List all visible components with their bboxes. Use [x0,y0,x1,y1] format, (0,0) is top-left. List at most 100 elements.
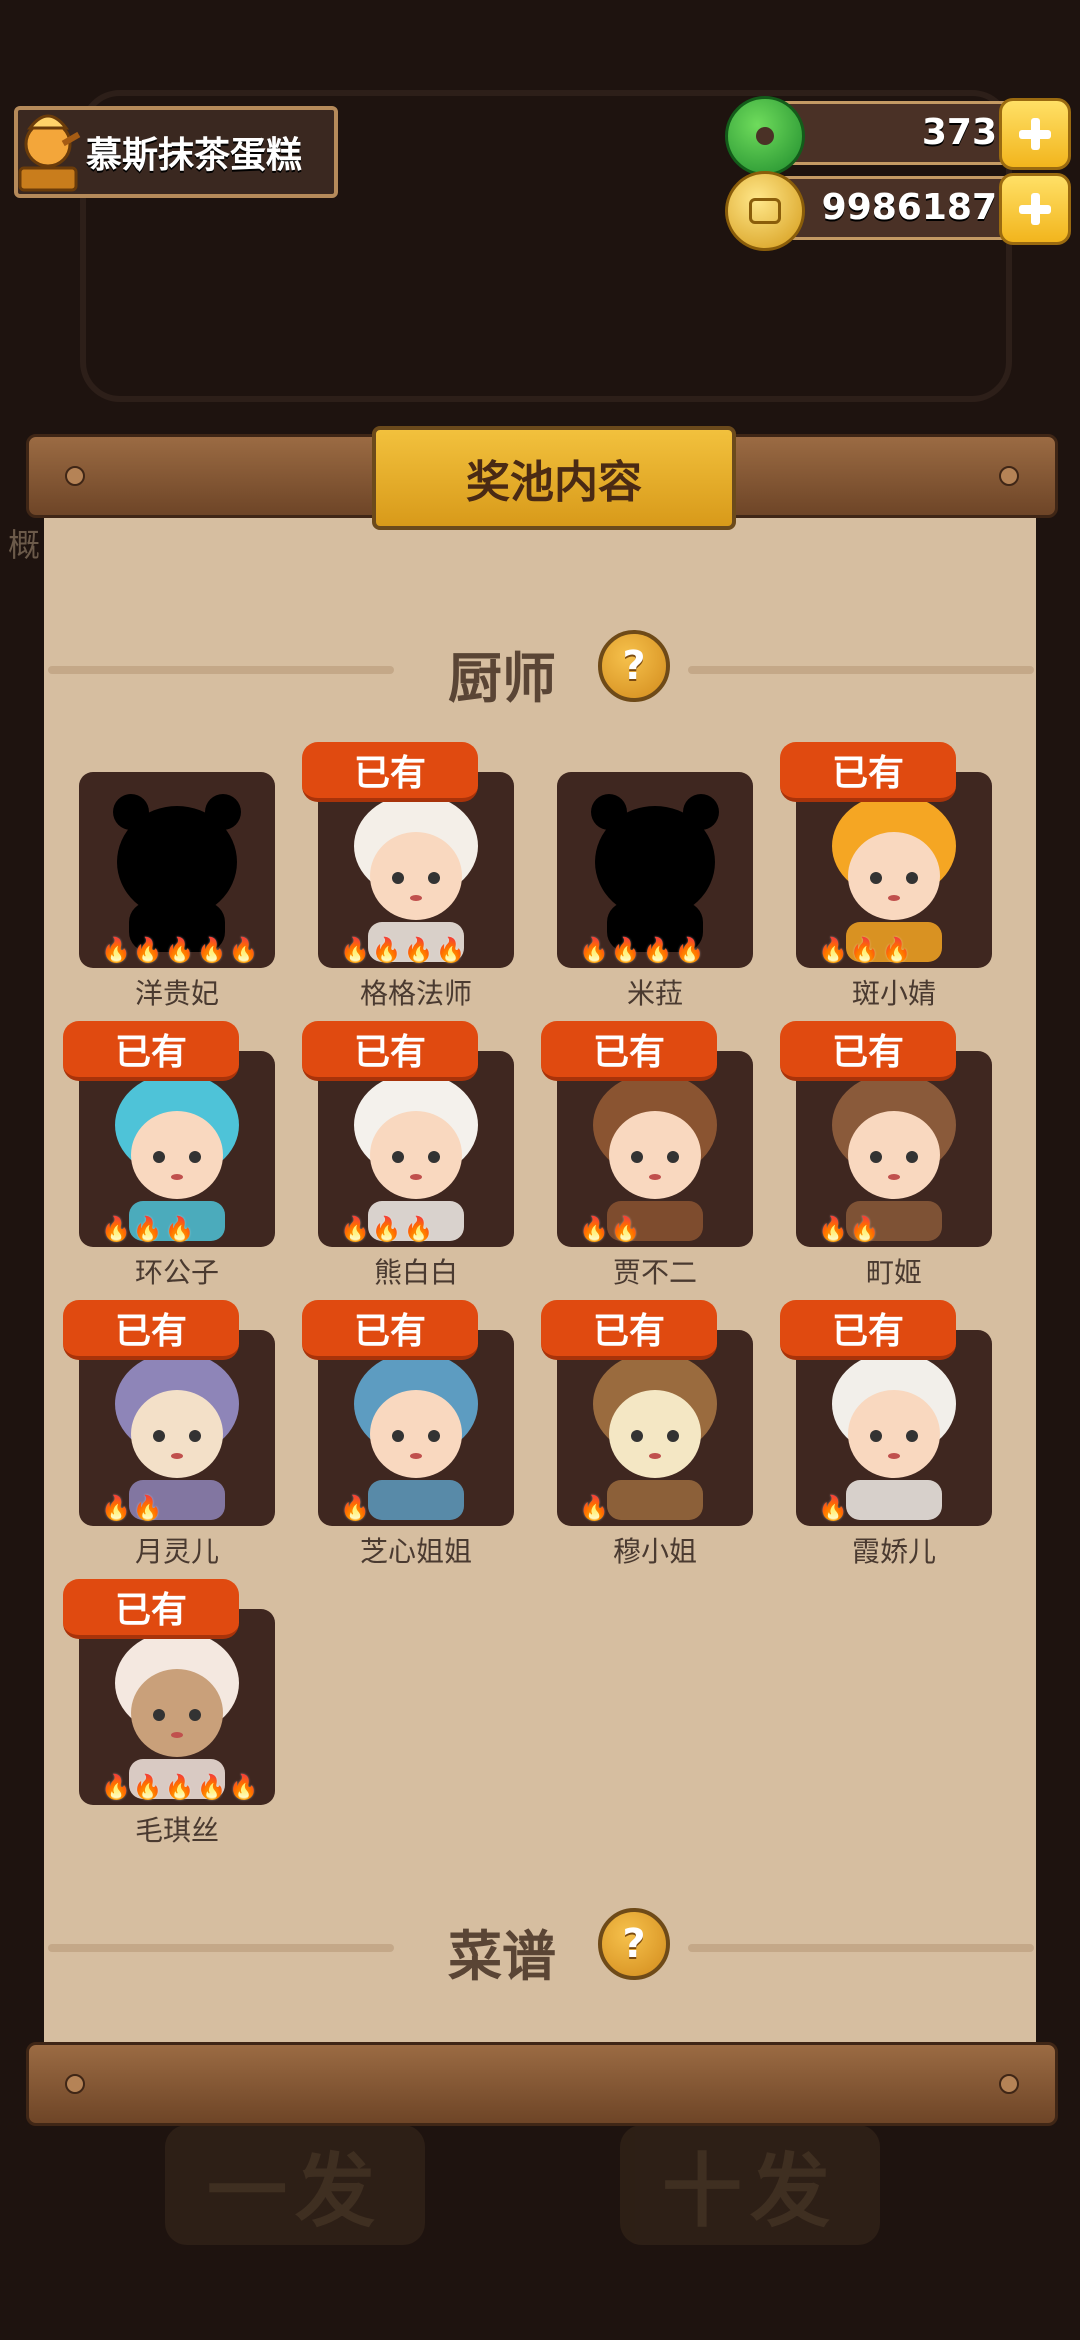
coin-currency-bar: 9986187 [725,171,1071,251]
fire-star-icon: 🔥 [818,936,848,964]
chef-card[interactable]: 🔥 🔥 🔥 已有 [302,1021,514,1247]
fire-star-icon: 🔥 [371,1215,402,1243]
divider [48,666,394,674]
fire-star-icon: 🔥 [610,936,641,964]
background-side-label: 概 [8,526,41,564]
pool-title-badge: 慕斯抹茶蛋糕 [14,106,338,198]
chef-rarity-stars: 🔥 🔥 🔥 🔥 [340,936,466,964]
fire-star-icon: 🔥 [164,1773,195,1801]
fire-star-icon: 🔥 [132,1494,163,1522]
chef-rarity-stars: 🔥 🔥 🔥 🔥 [579,936,705,964]
chef-rarity-stars: 🔥 🔥 🔥 [340,1215,434,1243]
fire-star-icon: 🔥 [164,1215,195,1243]
owned-badge: 已有 [63,1021,239,1081]
rod-nail [65,2074,85,2094]
divider [688,1944,1034,1952]
fire-star-icon: 🔥 [818,1215,848,1243]
fire-star-icon: 🔥 [132,1215,163,1243]
chef-card[interactable]: 🔥 已有 [541,1300,753,1526]
chef-rarity-stars: 🔥 🔥 🔥 🔥 🔥 [101,936,258,964]
chef-card[interactable]: 🔥 🔥 🔥 🔥 已有 [302,742,514,968]
owned-badge: 已有 [302,742,478,802]
chef-card[interactable]: 🔥 🔥 🔥 🔥 🔥 已有 [63,1579,275,1805]
scroll-rod-bottom [26,2042,1058,2126]
chef-rarity-stars: 🔥 🔥 🔥 [101,1215,195,1243]
chef-help-icon[interactable]: ? [598,630,670,702]
coin-icon [725,171,805,251]
chef-card[interactable]: 🔥 🔥 已有 [780,1021,992,1247]
chef-name: 斑小婧 [851,977,936,1010]
fire-star-icon: 🔥 [340,936,370,964]
chef-name: 毛琪丝 [134,1814,219,1847]
fire-star-icon: 🔥 [228,1773,259,1801]
divider [48,1944,394,1952]
owned-badge: 已有 [780,742,956,802]
chef-card[interactable]: 🔥 已有 [780,1300,992,1526]
fire-star-icon: 🔥 [610,1215,641,1243]
recipe-help-icon[interactable]: ? [598,1908,670,1980]
rod-nail [65,466,85,486]
fire-star-icon: 🔥 [101,1773,131,1801]
owned-badge: 已有 [302,1300,478,1360]
chef-card[interactable]: 🔥 🔥 🔥 🔥 [557,772,753,968]
chef-rarity-stars: 🔥 [340,1494,370,1522]
divider [688,666,1034,674]
fire-star-icon: 🔥 [849,1215,880,1243]
jade-icon [725,96,805,176]
fire-star-icon: 🔥 [101,1494,131,1522]
fire-star-icon: 🔥 [579,936,609,964]
owned-badge: 已有 [541,1300,717,1360]
chef-rarity-stars: 🔥 🔥 [818,1215,880,1243]
chef-name: 米菈 [626,977,683,1010]
coin-amount: 9986187 [821,187,997,228]
chef-card[interactable]: 🔥 🔥 🔥 🔥 🔥 [79,772,275,968]
ten-draw-button[interactable]: 十发 [620,2125,880,2245]
prize-pool-paper: 厨师 ? 🔥 🔥 🔥 🔥 🔥 洋贵妃 🔥 🔥 🔥 🔥 已有 格格法师 🔥 🔥 🔥 🔥 米菈 🔥 🔥 🔥 已有 斑小婧 🔥 🔥 🔥… [44,512,1036,2042]
chef-name: 环公子 [134,1256,219,1289]
fire-star-icon: 🔥 [196,1773,227,1801]
fire-star-icon: 🔥 [403,1215,434,1243]
fire-star-icon: 🔥 [340,1215,370,1243]
chef-trophy-icon [18,114,81,192]
fire-star-icon: 🔥 [881,936,912,964]
pool-title-text: 慕斯抹茶蛋糕 [86,135,303,176]
owned-badge: 已有 [302,1021,478,1081]
jade-amount: 373 [921,112,997,153]
section-title-chef: 厨师 [448,647,556,710]
chef-rarity-stars: 🔥 🔥 [579,1215,641,1243]
fire-star-icon: 🔥 [101,1215,131,1243]
chef-card[interactable]: 🔥 已有 [302,1300,514,1526]
chef-name: 洋贵妃 [134,977,219,1010]
fire-star-icon: 🔥 [228,936,259,964]
chef-name: 贾不二 [612,1256,697,1289]
chef-card[interactable]: 🔥 🔥 已有 [541,1021,753,1247]
chef-name: 穆小姐 [612,1535,697,1568]
fire-star-icon: 🔥 [579,1494,609,1522]
chef-rarity-stars: 🔥 🔥 [101,1494,163,1522]
chef-card[interactable]: 🔥 🔥 已有 [63,1300,275,1526]
single-draw-button[interactable]: 一发 [165,2125,425,2245]
chef-name: 霞娇儿 [851,1535,936,1568]
chef-card[interactable]: 🔥 🔥 🔥 已有 [63,1021,275,1247]
rod-nail [999,2074,1019,2094]
owned-badge: 已有 [63,1579,239,1639]
chef-rarity-stars: 🔥 [818,1494,848,1522]
owned-badge: 已有 [63,1300,239,1360]
fire-star-icon: 🔥 [196,936,227,964]
chef-rarity-stars: 🔥 🔥 🔥 🔥 🔥 [101,1773,258,1801]
fire-star-icon: 🔥 [101,936,131,964]
fire-star-icon: 🔥 [340,1494,370,1522]
fire-star-icon: 🔥 [164,936,195,964]
owned-badge: 已有 [780,1300,956,1360]
fire-star-icon: 🔥 [818,1494,848,1522]
jade-currency-bar: 373 [725,96,1071,176]
chef-rarity-stars: 🔥 [579,1494,609,1522]
rod-nail [999,466,1019,486]
add-jade-button[interactable] [999,98,1071,170]
fire-star-icon: 🔥 [849,936,880,964]
chef-name: 格格法师 [359,977,472,1010]
add-coin-button[interactable] [999,173,1071,245]
chef-name: 芝心姐姐 [359,1535,472,1568]
fire-star-icon: 🔥 [435,936,466,964]
chef-card[interactable]: 🔥 🔥 🔥 已有 [780,742,992,968]
